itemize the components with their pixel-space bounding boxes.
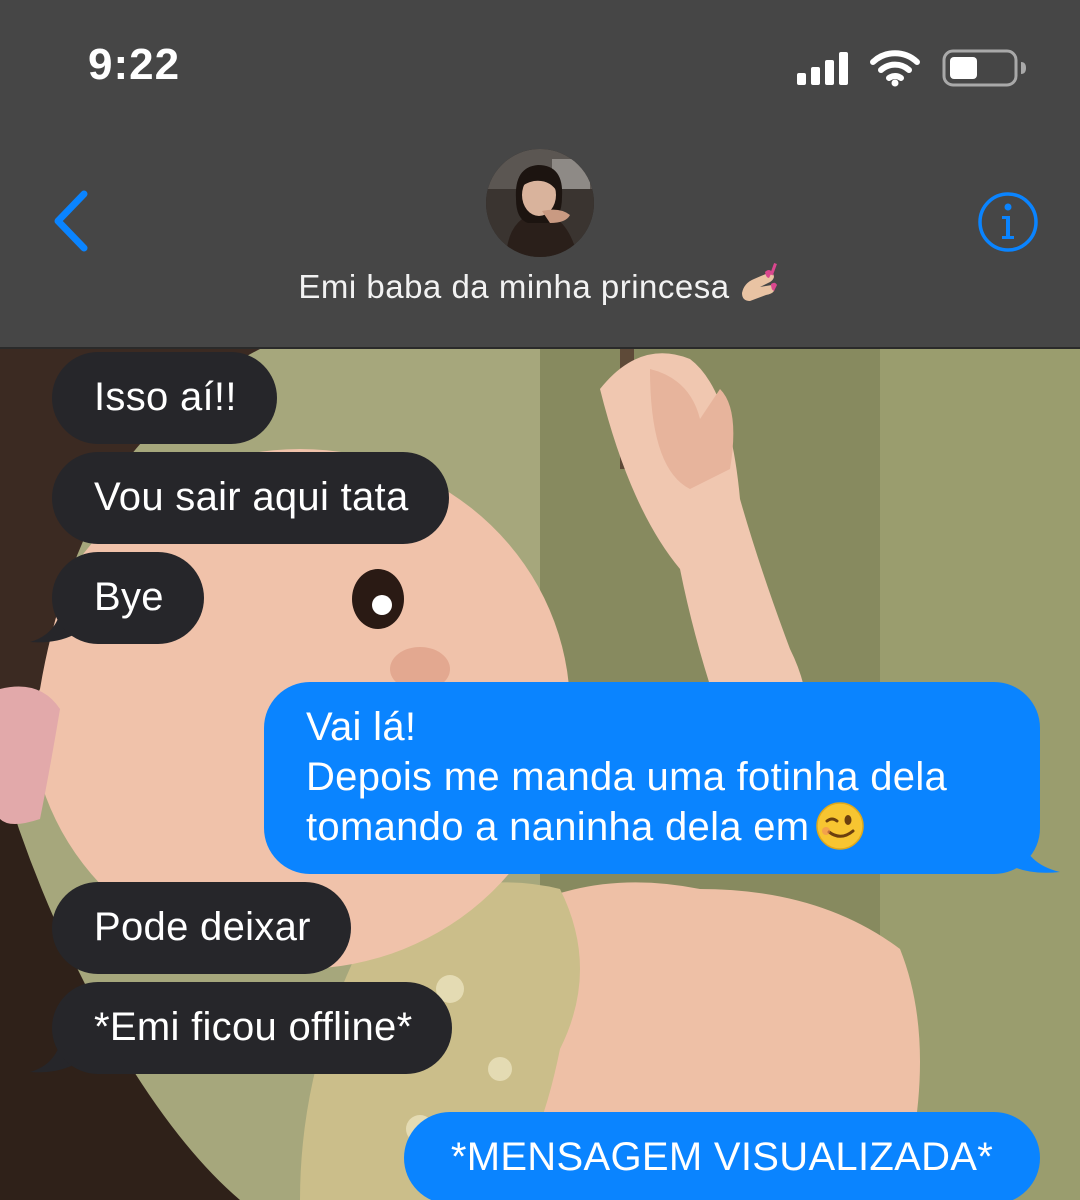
conversation-header: 9:22 Emi baba da minha princesa xyxy=(0,0,1080,349)
message-line: tomando a naninha dela em xyxy=(306,805,810,849)
message-bubble-incoming[interactable]: Vou sair aqui tata xyxy=(52,452,449,544)
info-button[interactable] xyxy=(976,190,1040,254)
message-line: Vai lá! xyxy=(306,705,417,749)
chevron-left-icon xyxy=(54,190,88,252)
message-text: Vou sair aqui tata xyxy=(94,475,409,519)
messages-screen: 9:22 Emi baba da minha princesa Isso aí!… xyxy=(0,0,1080,1200)
message-line: Depois me manda uma fotinha dela xyxy=(306,755,948,799)
contact-name-text: Emi baba da minha princesa xyxy=(298,268,730,305)
status-time: 9:22 xyxy=(88,40,181,89)
message-text: Pode deixar xyxy=(94,905,311,949)
status-icons xyxy=(797,46,1028,90)
message-list[interactable]: Isso aí!! Vou sair aqui tata Bye Vai lá!… xyxy=(0,349,1080,1200)
message-bubble-outgoing[interactable]: Vai lá! Depois me manda uma fotinha dela… xyxy=(264,682,1040,874)
battery-icon xyxy=(942,49,1026,87)
wifi-icon xyxy=(870,50,920,87)
message-text: *MENSAGEM VISUALIZADA* xyxy=(450,1135,994,1179)
message-text: *Emi ficou offline* xyxy=(94,1005,413,1049)
cellular-signal-icon xyxy=(797,51,848,85)
info-circle-icon xyxy=(978,192,1038,252)
message-bubble-incoming[interactable]: *Emi ficou offline* xyxy=(52,982,453,1074)
message-text: Isso aí!! xyxy=(94,375,237,419)
message-text: Bye xyxy=(94,575,164,619)
winking-face-emoji xyxy=(816,802,865,851)
contact-avatar[interactable] xyxy=(486,149,594,257)
message-bubble-incoming[interactable]: Pode deixar xyxy=(52,882,351,974)
message-bubble-outgoing[interactable]: *MENSAGEM VISUALIZADA* xyxy=(404,1112,1040,1200)
message-line-with-emoji: tomando a naninha dela em xyxy=(306,802,1000,852)
contact-name[interactable]: Emi baba da minha princesa xyxy=(0,263,1080,306)
avatar-photo xyxy=(486,149,594,257)
nail-polish-emoji xyxy=(741,263,777,302)
message-bubble-incoming[interactable]: Isso aí!! xyxy=(52,352,277,444)
message-bubble-incoming[interactable]: Bye xyxy=(52,552,204,644)
back-button[interactable] xyxy=(40,186,100,256)
